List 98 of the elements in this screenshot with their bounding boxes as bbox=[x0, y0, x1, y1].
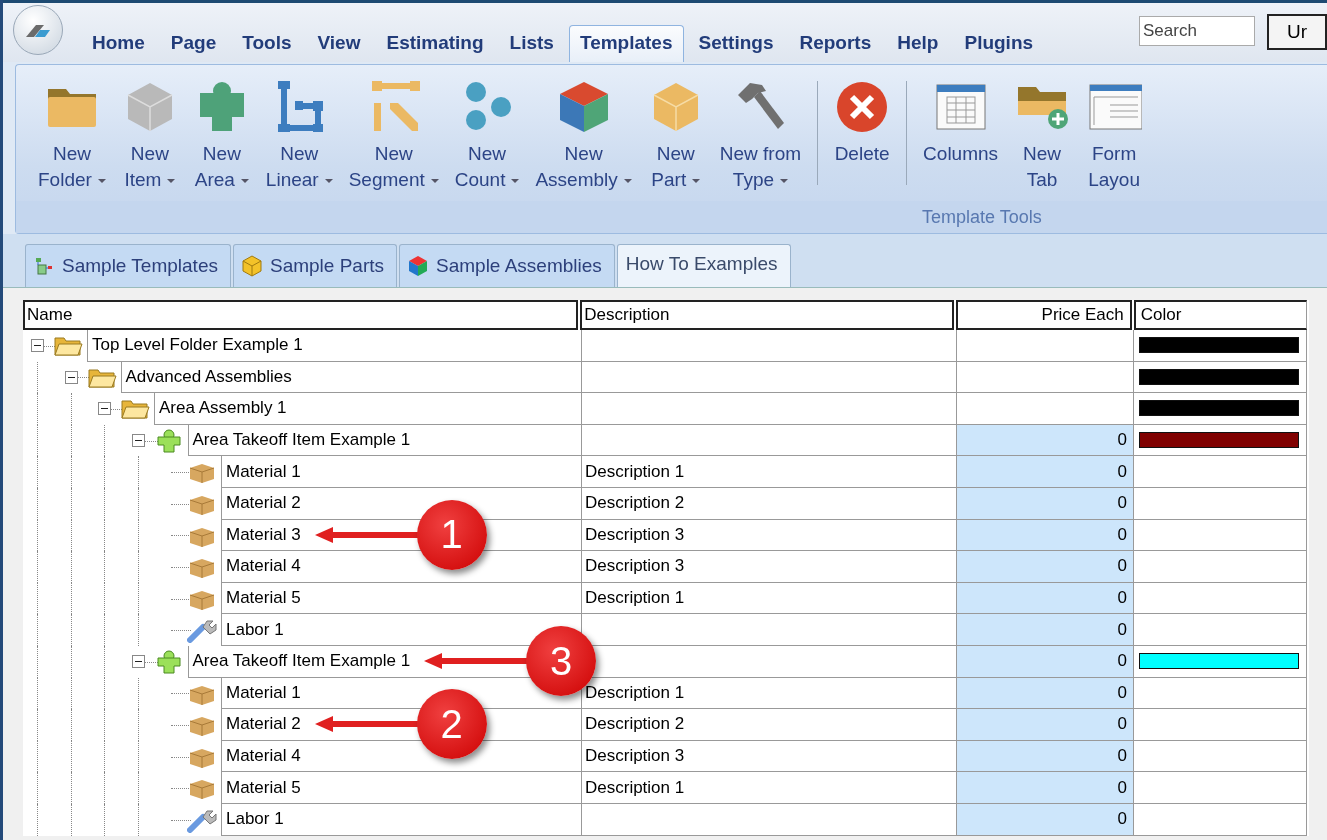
tree-item[interactable]: Labor 1 bbox=[226, 619, 284, 639]
table-cell: 0 bbox=[956, 424, 1133, 457]
table-cell: 0 bbox=[956, 614, 1133, 646]
document-tab[interactable]: Sample Templates bbox=[25, 244, 231, 287]
table-cell: Description 1 bbox=[581, 456, 956, 488]
ribbon-button[interactable]: New Count bbox=[448, 75, 526, 197]
ribbon-button[interactable]: New from Type bbox=[713, 75, 808, 197]
menu-tab[interactable]: Tools bbox=[231, 25, 303, 62]
ribbon-button[interactable]: New Assembly bbox=[529, 75, 638, 197]
ribbon-button[interactable]: Delete bbox=[828, 75, 897, 171]
tree-item[interactable]: Top Level Folder Example 1 bbox=[92, 335, 303, 355]
table-cell: Description 2 bbox=[581, 487, 956, 520]
table-cell: Description 3 bbox=[581, 740, 956, 773]
color-swatch[interactable] bbox=[1139, 653, 1299, 670]
table-cell: 0 bbox=[956, 803, 1133, 836]
menu-tab[interactable]: Help bbox=[886, 25, 950, 62]
ribbon-button[interactable]: New Item bbox=[115, 75, 184, 197]
tree-item[interactable]: Material 3 bbox=[226, 524, 301, 544]
tree-item[interactable]: Material 5 bbox=[226, 777, 301, 797]
collapse-toggle[interactable] bbox=[98, 402, 111, 416]
caret-icon bbox=[780, 179, 789, 183]
callout-badge: 2 bbox=[416, 689, 487, 760]
color-swatch[interactable] bbox=[1139, 337, 1299, 354]
color-swatch[interactable] bbox=[1139, 432, 1299, 449]
ribbon-button[interactable]: New Part bbox=[641, 75, 710, 197]
group-label: Template Tools bbox=[922, 206, 1042, 228]
wrench-icon bbox=[187, 617, 217, 644]
column-header[interactable]: Description bbox=[580, 300, 954, 330]
menu-tab[interactable]: Estimating bbox=[375, 25, 495, 62]
document-tab[interactable]: How To Examples bbox=[616, 244, 791, 287]
app-logo-icon[interactable] bbox=[13, 4, 63, 55]
ribbon-button[interactable]: New Linear bbox=[259, 75, 339, 197]
callout-badge: 1 bbox=[416, 499, 487, 570]
tree-item[interactable]: Material 4 bbox=[226, 556, 301, 576]
tree-item[interactable]: Area Assembly 1 bbox=[159, 398, 287, 418]
tree-item[interactable]: Material 1 bbox=[226, 682, 301, 702]
collapse-toggle[interactable] bbox=[64, 370, 78, 384]
menu-tab[interactable]: Reports bbox=[788, 25, 883, 62]
caret-icon bbox=[240, 179, 249, 183]
caret-icon bbox=[623, 179, 632, 183]
table-cell: Description 3 bbox=[581, 551, 956, 583]
menu-tab[interactable]: Page bbox=[159, 25, 228, 62]
caret-icon bbox=[511, 179, 520, 183]
table-cell: 0 bbox=[956, 740, 1133, 773]
caret-icon bbox=[324, 179, 333, 183]
diagram-icon bbox=[34, 256, 54, 276]
caret-icon bbox=[97, 179, 106, 183]
caret-icon bbox=[430, 179, 439, 183]
caret-icon bbox=[692, 179, 701, 183]
table-cell: 0 bbox=[956, 456, 1133, 488]
table-cell: 0 bbox=[956, 487, 1133, 520]
table-cell: Description 3 bbox=[581, 519, 956, 552]
tree-item[interactable]: Labor 1 bbox=[226, 809, 284, 829]
table-cell: 0 bbox=[956, 582, 1133, 615]
ribbon-button[interactable]: New Segment bbox=[342, 75, 445, 197]
table-cell: 0 bbox=[956, 519, 1133, 552]
ribbon-button[interactable]: Form Layou bbox=[1080, 75, 1149, 197]
tree-item[interactable]: Material 5 bbox=[226, 588, 301, 608]
column-header[interactable]: Price Each bbox=[955, 300, 1132, 330]
table-cell: 0 bbox=[956, 772, 1133, 804]
cube-icon bbox=[408, 255, 428, 277]
color-swatch[interactable] bbox=[1139, 368, 1299, 385]
table-cell: 0 bbox=[956, 551, 1133, 583]
menu-tab[interactable]: Templates bbox=[568, 25, 684, 62]
table-cell: 0 bbox=[956, 645, 1133, 678]
ribbon-button[interactable]: Columns bbox=[917, 75, 1005, 171]
ribbon-button[interactable]: New Tab bbox=[1008, 75, 1077, 197]
menu-tab[interactable]: Plugins bbox=[953, 25, 1045, 62]
ribbon-button[interactable]: New Area bbox=[187, 75, 256, 197]
cube-icon bbox=[241, 255, 262, 277]
table-cell: Description 1 bbox=[581, 582, 956, 615]
menu-tab[interactable]: Settings bbox=[687, 25, 785, 62]
table-cell: 0 bbox=[956, 709, 1133, 741]
collapse-toggle[interactable] bbox=[31, 339, 44, 352]
tree-item[interactable]: Material 2 bbox=[226, 493, 301, 513]
document-tab[interactable]: Sample Assemblies bbox=[399, 244, 615, 287]
collapse-toggle[interactable] bbox=[131, 433, 145, 447]
tree-item[interactable]: Material 4 bbox=[226, 746, 301, 765]
caret-icon bbox=[167, 179, 176, 183]
ribbon-button[interactable]: New Folder bbox=[32, 75, 112, 197]
table-cell: Description 2 bbox=[581, 709, 956, 741]
column-header[interactable]: Name bbox=[23, 300, 579, 330]
color-swatch[interactable] bbox=[1139, 400, 1299, 417]
search-field[interactable]: Search bbox=[1139, 16, 1255, 46]
table-cell: Description 1 bbox=[581, 772, 956, 804]
menu-tab[interactable]: Lists bbox=[498, 25, 565, 62]
collapse-toggle[interactable] bbox=[131, 654, 145, 668]
table-cell: 0 bbox=[956, 677, 1133, 710]
tree-item[interactable]: Area Takeoff Item Example 1 bbox=[192, 651, 411, 671]
document-tab[interactable]: Sample Parts bbox=[232, 244, 397, 287]
tree-item[interactable]: Advanced Assemblies bbox=[125, 366, 292, 386]
column-header[interactable]: Color bbox=[1133, 300, 1307, 330]
tree-item[interactable]: Material 2 bbox=[226, 714, 301, 734]
tree-item[interactable]: Area Takeoff Item Example 1 bbox=[192, 430, 411, 450]
menu-tab[interactable]: Home bbox=[81, 25, 156, 62]
menu-tab[interactable]: View bbox=[306, 25, 372, 62]
toolbar-button[interactable]: Ur bbox=[1267, 14, 1327, 50]
tree-item[interactable]: Material 1 bbox=[226, 461, 301, 481]
